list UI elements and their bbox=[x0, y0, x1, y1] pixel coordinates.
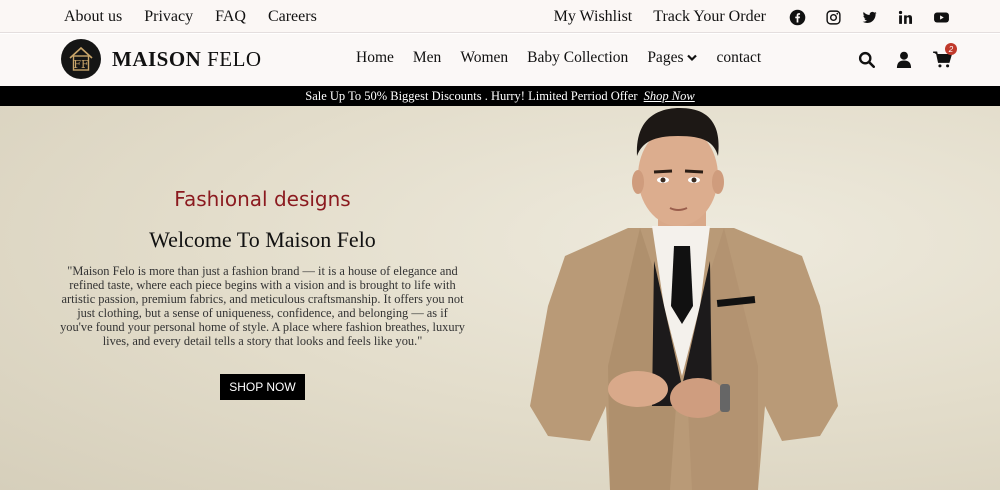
hero-title: Fashional designs bbox=[174, 187, 351, 211]
brand-logo[interactable]: FF MAISON FELO bbox=[61, 39, 262, 79]
twitter-icon[interactable] bbox=[860, 8, 878, 26]
wishlist-link[interactable]: My Wishlist bbox=[554, 8, 633, 26]
nav-home[interactable]: Home bbox=[356, 49, 394, 67]
about-us-link[interactable]: About us bbox=[64, 8, 122, 26]
search-icon[interactable] bbox=[858, 51, 875, 68]
svg-text:FF: FF bbox=[73, 58, 89, 71]
nav-pages[interactable]: Pages bbox=[647, 49, 698, 67]
cart-count-badge: 2 bbox=[945, 43, 957, 55]
nav-pages-label: Pages bbox=[647, 49, 684, 66]
brand-name-bold: MAISON bbox=[112, 46, 202, 71]
social-links bbox=[788, 8, 950, 26]
logo-emblem-icon: FF bbox=[61, 39, 101, 79]
main-navbar: FF MAISON FELO Home Men Women Baby Colle… bbox=[0, 34, 1000, 86]
hero-heading: Welcome To Maison Felo bbox=[149, 227, 376, 252]
youtube-icon[interactable] bbox=[932, 8, 950, 26]
brand-name-light: FELO bbox=[207, 46, 262, 71]
instagram-icon[interactable] bbox=[824, 8, 842, 26]
nav-actions: 2 bbox=[858, 43, 957, 68]
cart-icon[interactable]: 2 bbox=[933, 43, 957, 68]
user-icon[interactable] bbox=[896, 51, 912, 68]
top-links: About us Privacy FAQ Careers bbox=[64, 8, 317, 26]
top-right: My Wishlist Track Your Order bbox=[533, 8, 950, 26]
track-order-link[interactable]: Track Your Order bbox=[653, 8, 766, 26]
promo-text: Sale Up To 50% Biggest Discounts . Hurry… bbox=[305, 89, 638, 103]
brand-name: MAISON FELO bbox=[112, 47, 262, 72]
promo-banner: Sale Up To 50% Biggest Discounts . Hurry… bbox=[0, 86, 1000, 106]
linkedin-icon[interactable] bbox=[896, 8, 914, 26]
top-bar: About us Privacy FAQ Careers My Wishlist… bbox=[0, 0, 1000, 33]
shop-now-button[interactable]: SHOP NOW bbox=[220, 374, 305, 400]
privacy-link[interactable]: Privacy bbox=[144, 8, 193, 26]
nav-menu: Home Men Women Baby Collection Pages con… bbox=[356, 49, 780, 67]
hero-section: Fashional designs Welcome To Maison Felo… bbox=[0, 106, 1000, 490]
careers-link[interactable]: Careers bbox=[268, 8, 317, 26]
nav-men[interactable]: Men bbox=[413, 49, 441, 67]
chevron-down-icon bbox=[687, 54, 698, 62]
nav-contact[interactable]: contact bbox=[716, 49, 761, 67]
hero-description: "Maison Felo is more than just a fashion… bbox=[60, 264, 465, 348]
faq-link[interactable]: FAQ bbox=[215, 8, 246, 26]
nav-baby-collection[interactable]: Baby Collection bbox=[527, 49, 628, 67]
hero-model-image bbox=[530, 108, 838, 490]
facebook-icon[interactable] bbox=[788, 8, 806, 26]
promo-shop-now-link[interactable]: Shop Now bbox=[644, 89, 695, 103]
nav-women[interactable]: Women bbox=[460, 49, 508, 67]
